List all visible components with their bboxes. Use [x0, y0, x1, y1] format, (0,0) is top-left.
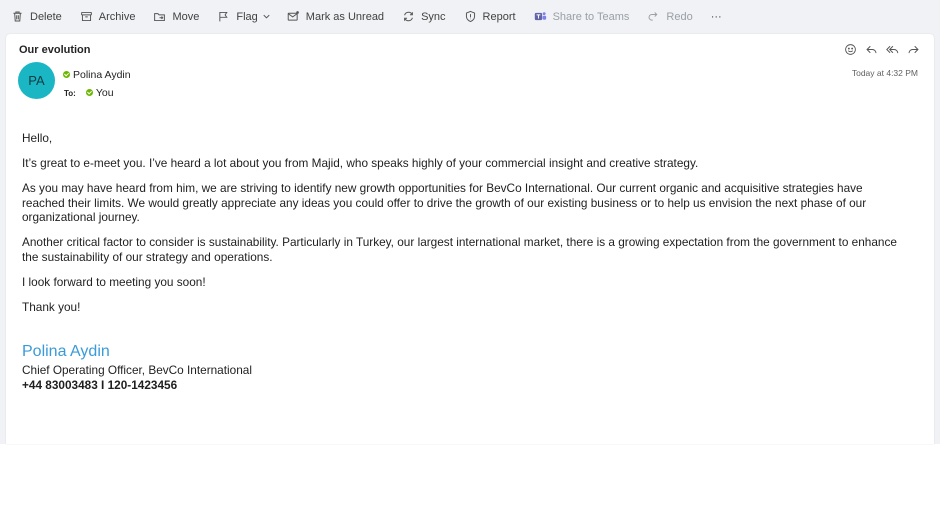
trash-icon: [13, 11, 22, 22]
archive-button[interactable]: Archive: [71, 5, 145, 29]
reply-button[interactable]: [864, 42, 878, 56]
redo-label: Redo: [666, 10, 693, 23]
signature-title: Chief Operating Officer, BevCo Internati…: [22, 363, 252, 377]
delete-button[interactable]: Delete: [0, 5, 71, 29]
envelope-unread-icon: [287, 11, 299, 21]
more-icon: ···: [710, 10, 722, 23]
body-paragraph: Another critical factor to consider is s…: [22, 235, 897, 264]
sender-avatar[interactable]: PA: [18, 62, 55, 99]
report-label: Report: [482, 10, 516, 23]
sender-name-text: Polina Aydin: [73, 69, 131, 81]
chevron-down-icon: [263, 14, 270, 19]
presence-available-icon: [63, 71, 70, 78]
archive-label: Archive: [98, 10, 136, 23]
email-subject: Our evolution: [19, 44, 91, 56]
mail-app: Delete Archive Move Flag Mark as Unread …: [0, 0, 940, 444]
presence-available-icon: [85, 89, 93, 96]
email-body: Hello, It’s great to e-meet you. I’ve he…: [22, 131, 902, 325]
body-paragraph: As you may have heard from him, we are s…: [22, 181, 867, 224]
recipient-row: To: You: [64, 87, 114, 99]
reply-all-icon: [885, 45, 898, 53]
flag-dropdown-button[interactable]: [261, 5, 278, 29]
recipient-you[interactable]: You: [85, 87, 114, 99]
delete-label: Delete: [30, 10, 62, 23]
signature-phone: +44 83003483 I 120-1423456: [22, 378, 178, 392]
reply-all-button[interactable]: [885, 42, 899, 56]
sync-icon: [404, 11, 413, 22]
body-paragraph: It’s great to e-meet you. I’ve heard a l…: [22, 156, 699, 170]
archive-icon: [80, 11, 92, 22]
mark-unread-label: Mark as Unread: [305, 10, 385, 23]
move-folder-icon: [154, 13, 166, 22]
body-paragraph: I look forward to meeting you soon!: [22, 274, 206, 289]
share-teams-button[interactable]: Share to Teams: [525, 5, 639, 29]
sync-label: Sync: [421, 10, 446, 23]
forward-icon: [908, 45, 919, 53]
toolbar: Delete Archive Move Flag Mark as Unread …: [0, 0, 940, 33]
teams-icon: [534, 12, 546, 21]
mark-unread-button[interactable]: Mark as Unread: [278, 5, 393, 29]
recipient-name-text: You: [95, 87, 114, 99]
react-button[interactable]: [843, 42, 857, 56]
email-timestamp: Today at 4:32 PM: [851, 68, 918, 78]
sender-name[interactable]: Polina Aydin: [63, 69, 131, 81]
report-button[interactable]: Report: [455, 5, 525, 29]
reading-pane: Our evolution PA Polina Aydin To: You To…: [6, 34, 934, 444]
flag-icon: [219, 11, 229, 22]
redo-icon: [649, 12, 658, 21]
body-paragraph: Thank you!: [22, 299, 81, 314]
shield-icon: [465, 10, 475, 23]
more-options-button[interactable]: ···: [702, 5, 731, 29]
share-teams-label: Share to Teams: [552, 10, 630, 23]
body-paragraph: Hello,: [22, 131, 53, 145]
sync-button[interactable]: Sync: [393, 5, 454, 29]
move-label: Move: [172, 10, 200, 23]
message-actions: [843, 42, 920, 56]
to-label: To:: [64, 88, 76, 98]
move-button[interactable]: Move: [144, 5, 208, 29]
flag-label: Flag: [236, 10, 258, 23]
redo-button[interactable]: Redo: [638, 5, 701, 29]
signature-name: Polina Aydin: [22, 343, 110, 360]
flag-button[interactable]: Flag: [208, 5, 266, 29]
reply-icon: [865, 45, 876, 53]
smiley-icon: [844, 43, 856, 55]
forward-button[interactable]: [906, 42, 920, 56]
